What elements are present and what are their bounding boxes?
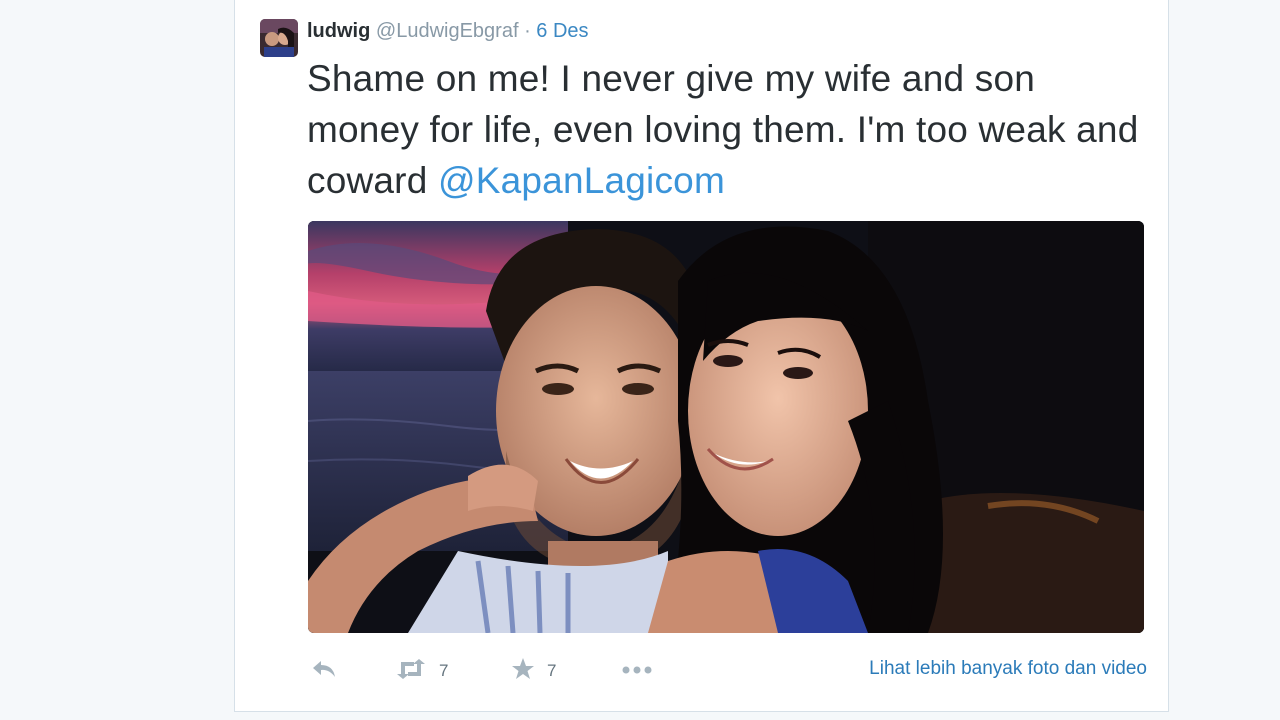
favorite-button[interactable]: 7 <box>511 654 556 688</box>
more-button[interactable] <box>621 654 653 688</box>
separator: · <box>524 20 531 42</box>
more-media-link[interactable]: Lihat lebih banyak foto dan video <box>869 658 1147 680</box>
mention-link[interactable]: @KapanLagicom <box>438 160 725 201</box>
tweet-photo[interactable] <box>308 221 1144 633</box>
tweet-actions: 7 7 Lihat lebih banyak foto dan video <box>307 654 1147 688</box>
favorite-count: 7 <box>547 661 557 680</box>
author-handle[interactable]: @LudwigEbgraf <box>376 20 519 42</box>
tweet-header: ludwig @LudwigEbgraf · 6 Des <box>307 17 589 45</box>
tweet-card: ludwig @LudwigEbgraf · 6 Des Shame on me… <box>234 0 1169 712</box>
author-name[interactable]: ludwig <box>307 20 370 42</box>
more-dots-icon <box>621 662 653 680</box>
avatar[interactable] <box>260 19 298 57</box>
tweet-text: Shame on me! I never give my wife and so… <box>307 53 1147 206</box>
retweet-count: 7 <box>439 661 449 680</box>
reply-button[interactable] <box>311 654 337 688</box>
retweet-icon <box>395 658 427 685</box>
timestamp[interactable]: 6 Des <box>536 20 588 42</box>
star-icon <box>511 657 535 686</box>
reply-icon <box>311 658 337 685</box>
retweet-button[interactable]: 7 <box>395 654 448 688</box>
